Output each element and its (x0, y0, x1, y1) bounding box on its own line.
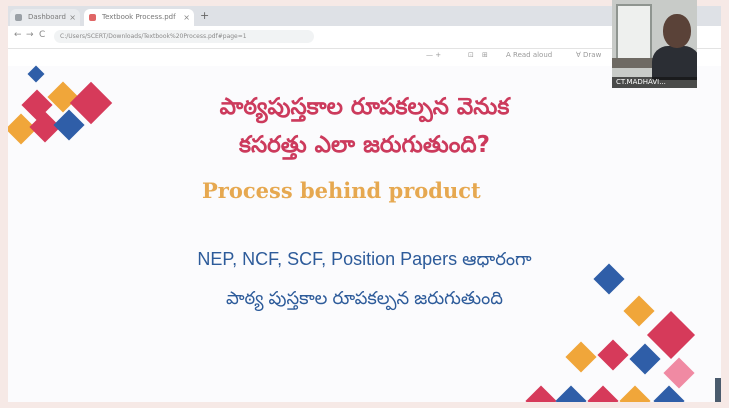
diamond-decoration (565, 341, 597, 373)
scrollbar[interactable] (715, 378, 721, 402)
diamond-decoration (597, 339, 629, 371)
tab-favicon-icon (15, 14, 22, 21)
tab-pdf[interactable]: Textbook Process.pdf × (84, 9, 194, 26)
fit-page-icon[interactable]: ⊡ (468, 51, 474, 59)
zoom-controls[interactable]: — + (426, 51, 441, 59)
diamond-decoration (555, 385, 587, 402)
diamond-decoration (619, 385, 651, 402)
diamond-decoration (629, 343, 661, 375)
webcam-tile[interactable]: CT.MADHAVI... (612, 0, 697, 88)
close-tab-icon[interactable]: × (69, 9, 76, 26)
slide-title-line1: పాఠ్యపుస్తకాల రూపకల్పన వెనుక (219, 94, 510, 120)
diamond-decoration (27, 65, 45, 83)
url-field[interactable]: C:/Users/SCERT/Downloads/Textbook%20Proc… (54, 30, 314, 43)
participant-head (663, 14, 691, 48)
forward-button[interactable]: → (26, 30, 34, 40)
diamond-decoration (663, 357, 695, 389)
back-button[interactable]: ← (14, 30, 22, 40)
slide-subtitle: Process behind product (202, 178, 481, 203)
participant-body (652, 46, 697, 80)
slide-title-line2: కసరత్తు ఎలా జరుగుతుంది? (239, 132, 490, 158)
new-tab-button[interactable]: + (200, 9, 209, 22)
tab-label: Textbook Process.pdf (102, 13, 176, 21)
diamond-decoration (525, 385, 557, 402)
draw-button[interactable]: ∀ Draw (576, 51, 601, 59)
slide-page: పాఠ్యపుస్తకాల రూపకల్పన వెనుక కసరత్తు ఎలా… (8, 65, 721, 402)
slide-body-line2: పాఠ్య పుస్తకాల రూపకల్పన జరుగుతుంది (226, 288, 503, 308)
read-aloud-button[interactable]: A Read aloud (506, 51, 552, 59)
reload-button[interactable]: C (39, 30, 45, 40)
participant-name: CT.MADHAVI... (612, 77, 697, 88)
diamond-decoration (653, 385, 685, 402)
pdf-favicon-icon (89, 14, 96, 21)
page-view-icon[interactable]: ⊞ (482, 51, 488, 59)
tab-dashboard[interactable]: Dashboard × (10, 9, 80, 26)
diamond-decoration (587, 385, 619, 402)
close-tab-icon[interactable]: × (183, 9, 190, 26)
tab-label: Dashboard (28, 13, 66, 21)
